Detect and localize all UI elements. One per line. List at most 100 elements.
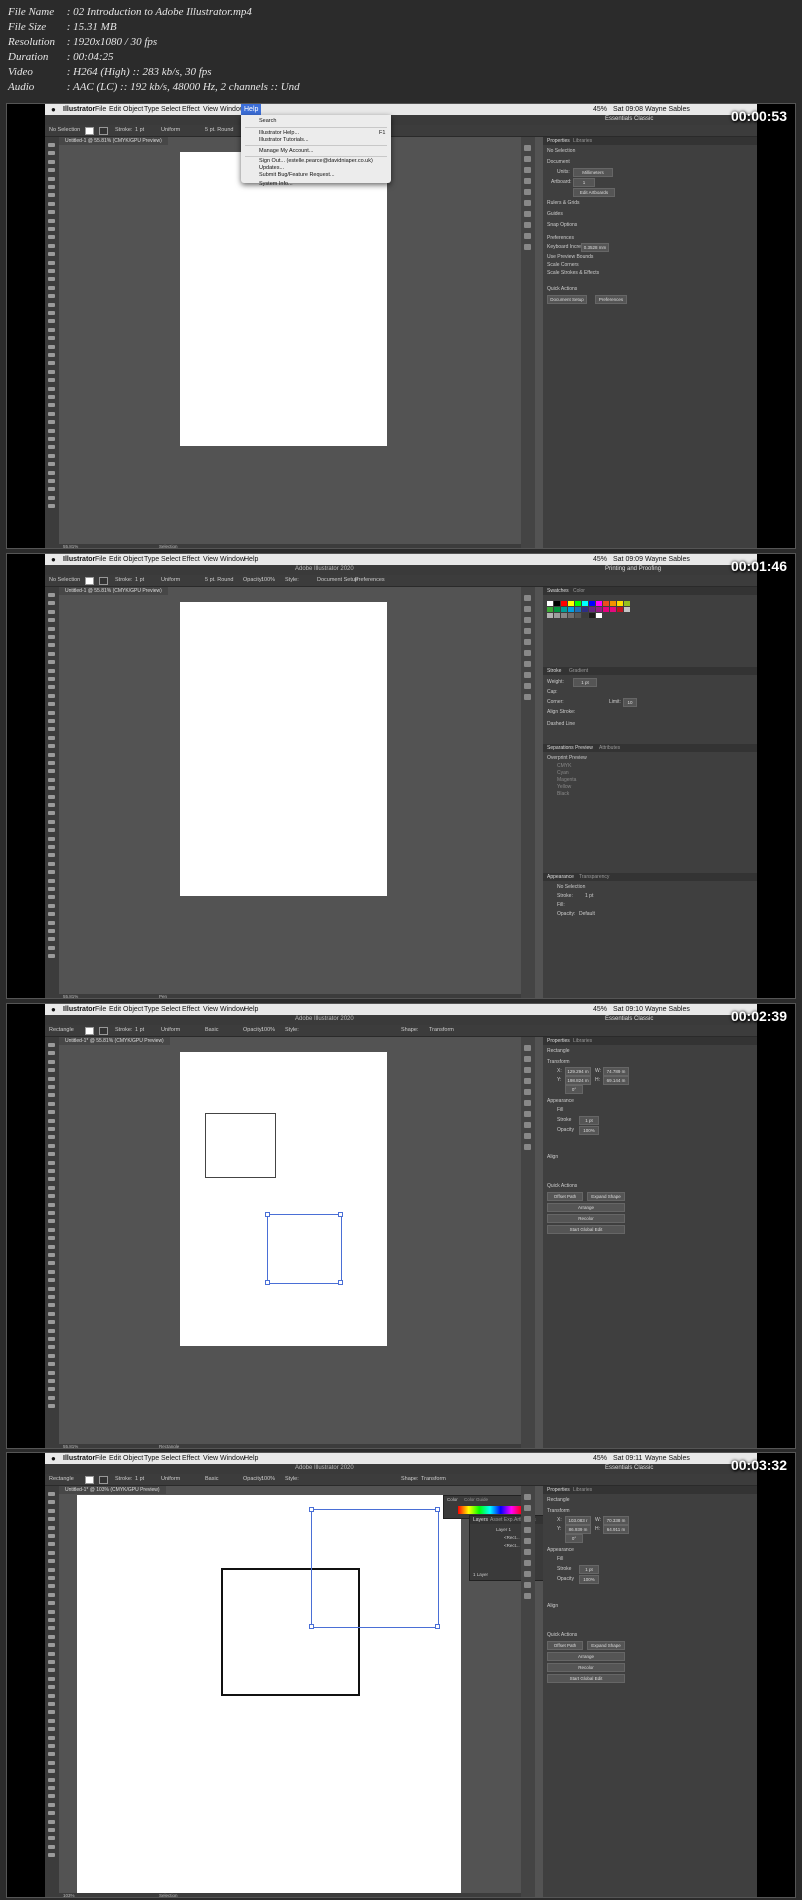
tool-icon[interactable] bbox=[48, 643, 55, 648]
resize-handle[interactable] bbox=[435, 1624, 440, 1629]
tool-icon[interactable] bbox=[48, 870, 55, 875]
recolor-button[interactable]: Recolor bbox=[547, 1214, 625, 1223]
tool-icon[interactable] bbox=[48, 635, 55, 639]
zoom-level[interactable]: 55.81% bbox=[63, 544, 78, 548]
menu-effect[interactable]: Effect bbox=[182, 1453, 200, 1464]
document-tab[interactable]: Untitled-1 @ 55.81% (CMYK/GPU Preview) bbox=[59, 587, 168, 595]
color-swatch[interactable] bbox=[589, 613, 595, 618]
menu-file[interactable]: File bbox=[95, 1453, 106, 1464]
tool-icon[interactable] bbox=[48, 1118, 55, 1123]
tool-icon[interactable] bbox=[48, 878, 55, 883]
tool-icon[interactable] bbox=[48, 1269, 55, 1274]
tool-icon[interactable] bbox=[48, 1710, 55, 1715]
panel-toggle-icon[interactable] bbox=[524, 200, 531, 206]
tool-icon[interactable] bbox=[48, 319, 55, 324]
tool-icon[interactable] bbox=[48, 344, 55, 349]
panel-toggle-icon[interactable] bbox=[524, 1056, 531, 1062]
y-field[interactable]: 198.824 m bbox=[565, 1076, 591, 1085]
tab-libraries[interactable]: Libraries bbox=[573, 138, 592, 144]
panel-toggle-icon[interactable] bbox=[524, 1144, 531, 1150]
tool-icon[interactable] bbox=[48, 420, 55, 425]
tool-icon[interactable] bbox=[48, 252, 55, 257]
color-swatch[interactable] bbox=[610, 601, 616, 606]
artboard[interactable] bbox=[180, 602, 387, 896]
menu-edit[interactable]: Edit bbox=[109, 1004, 121, 1015]
tool-icon[interactable] bbox=[48, 1634, 55, 1639]
color-swatch[interactable] bbox=[554, 613, 560, 618]
opacity-field[interactable]: 100% bbox=[579, 1126, 599, 1135]
help-search-field[interactable]: Search bbox=[259, 118, 276, 124]
tool-icon[interactable] bbox=[48, 1303, 55, 1308]
stroke-swatch[interactable] bbox=[99, 127, 108, 135]
color-swatch[interactable] bbox=[561, 607, 567, 612]
color-swatch[interactable] bbox=[582, 613, 588, 618]
panel-toggle-icon[interactable] bbox=[524, 1494, 531, 1500]
tool-icon[interactable] bbox=[48, 752, 55, 757]
tool-icon[interactable] bbox=[48, 327, 55, 332]
tool-icon[interactable] bbox=[48, 929, 55, 933]
resize-handle[interactable] bbox=[265, 1212, 270, 1217]
tool-icon[interactable] bbox=[48, 1828, 55, 1832]
color-swatch[interactable] bbox=[568, 613, 574, 618]
menu-select[interactable]: Select bbox=[161, 554, 180, 565]
tool-icon[interactable] bbox=[48, 861, 55, 866]
canvas[interactable] bbox=[59, 1495, 521, 1893]
tool-icon[interactable] bbox=[48, 1702, 55, 1706]
tool-icon[interactable] bbox=[48, 1379, 55, 1383]
menu-edit[interactable]: Edit bbox=[109, 554, 121, 565]
stroke-weight[interactable]: 1 pt bbox=[135, 1476, 144, 1482]
tool-icon[interactable] bbox=[48, 1525, 55, 1530]
tool-icon[interactable] bbox=[48, 386, 55, 391]
tool-icon[interactable] bbox=[48, 1786, 55, 1790]
tool-icon[interactable] bbox=[48, 243, 55, 248]
tool-icon[interactable] bbox=[48, 1362, 55, 1367]
menu-help[interactable]: Help bbox=[244, 1453, 258, 1464]
color-swatch[interactable] bbox=[617, 607, 623, 612]
tool-icon[interactable] bbox=[48, 260, 55, 265]
tool-icon[interactable] bbox=[48, 294, 55, 299]
x-field[interactable]: 129.294 m bbox=[565, 1067, 591, 1076]
document-tab[interactable]: Untitled-1* @ 103% (CMYK/GPU Preview) bbox=[59, 1486, 166, 1494]
tool-icon[interactable] bbox=[48, 1135, 55, 1140]
tool-icon[interactable] bbox=[48, 487, 55, 492]
color-swatch[interactable] bbox=[554, 601, 560, 606]
tool-icon[interactable] bbox=[48, 495, 55, 500]
swatch-grid[interactable] bbox=[547, 601, 630, 641]
fill-label[interactable]: Fill bbox=[557, 1556, 563, 1562]
units-dropdown[interactable]: Millimeters bbox=[573, 168, 613, 177]
tab-properties[interactable]: Properties bbox=[547, 138, 570, 144]
tool-icon[interactable] bbox=[48, 151, 55, 156]
x-field[interactable]: 103.083 r bbox=[565, 1516, 591, 1525]
panel-toggle-icon[interactable] bbox=[524, 595, 531, 601]
panel-toggle-icon[interactable] bbox=[524, 1593, 531, 1599]
tool-icon[interactable] bbox=[48, 1227, 55, 1232]
tool-icon[interactable] bbox=[48, 945, 55, 950]
document-setup-button[interactable]: Document Setup bbox=[317, 577, 358, 583]
opacity-label[interactable]: Opacity bbox=[557, 1576, 574, 1582]
color-swatch[interactable] bbox=[624, 601, 630, 606]
separation-cmyk[interactable]: CMYK bbox=[557, 763, 571, 769]
layer-row[interactable]: Layer 1 bbox=[496, 1527, 511, 1532]
tool-icon[interactable] bbox=[48, 1685, 55, 1690]
resize-handle[interactable] bbox=[338, 1212, 343, 1217]
recolor-button[interactable]: Recolor bbox=[547, 1663, 625, 1672]
variable-width-profile[interactable]: Uniform bbox=[161, 127, 180, 133]
scale-strokes-checkbox[interactable]: Scale Strokes & Effects bbox=[547, 270, 599, 276]
tool-icon[interactable] bbox=[48, 1844, 55, 1849]
y-field[interactable]: 86.939 m bbox=[565, 1525, 591, 1534]
shape-label[interactable]: Shape: bbox=[401, 1476, 418, 1482]
menu-app-name[interactable]: Illustrator bbox=[63, 1004, 95, 1015]
tool-icon[interactable] bbox=[48, 1085, 55, 1089]
brush-definition[interactable]: 5 pt. Round bbox=[205, 577, 233, 583]
tool-icon[interactable] bbox=[48, 143, 55, 147]
fill-label[interactable]: Fill bbox=[557, 1107, 563, 1113]
panel-toggle-icon[interactable] bbox=[524, 606, 531, 612]
overprint-preview-checkbox[interactable]: Overprint Preview bbox=[547, 755, 587, 761]
menu-file[interactable]: File bbox=[95, 1004, 106, 1015]
menu-type[interactable]: Type bbox=[144, 104, 159, 115]
tool-icon[interactable] bbox=[48, 395, 55, 399]
tool-icon[interactable] bbox=[48, 269, 55, 273]
opacity-label[interactable]: Opacity bbox=[557, 1127, 574, 1133]
tool-icon[interactable] bbox=[48, 1127, 55, 1131]
resize-handle[interactable] bbox=[435, 1507, 440, 1512]
